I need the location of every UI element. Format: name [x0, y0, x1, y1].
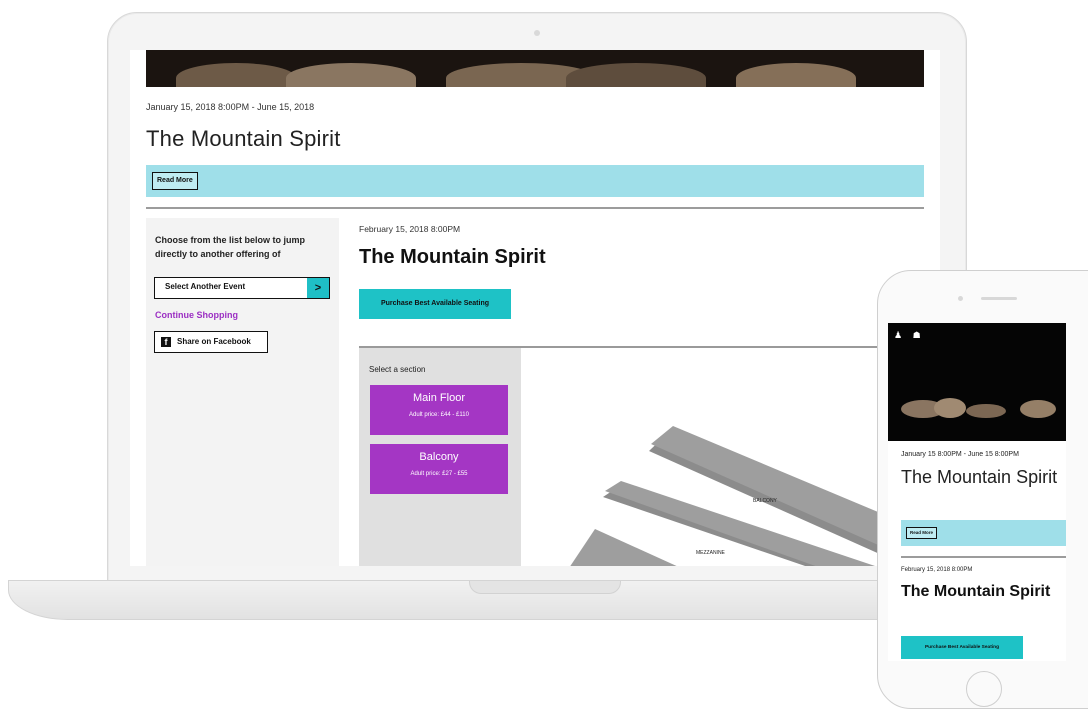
select-event-dropdown[interactable]: Select Another Event > [154, 277, 330, 299]
map-main-floor-section[interactable] [569, 529, 681, 566]
share-facebook-label: Share on Facebook [177, 337, 251, 346]
laptop-notch [469, 581, 621, 594]
section-list: Select a section Main Floor Adult price:… [359, 348, 521, 566]
phone-performance-date: February 15, 2018 8:00PM [901, 567, 973, 573]
performance-title: The Mountain Spirit [359, 246, 546, 268]
section-price: Adult price: £27 - £55 [410, 471, 468, 477]
share-facebook-button[interactable]: f Share on Facebook [154, 331, 268, 353]
phone-home-button[interactable] [966, 671, 1002, 707]
phone-divider [901, 556, 1066, 558]
section-balcony-button[interactable]: Balcony Adult price: £27 - £55 [370, 444, 508, 494]
map-mezzanine-label: MEZZANINE [696, 550, 726, 556]
phone-camera [958, 296, 963, 301]
read-more-button[interactable]: Read More [152, 172, 198, 190]
continue-shopping-link[interactable]: Continue Shopping [155, 310, 238, 320]
phone-event-title: The Mountain Spirit [901, 467, 1058, 487]
phone-event-date-range: January 15 8:00PM - June 15 8:00PM [901, 451, 1019, 458]
select-event-label: Select Another Event [165, 282, 246, 291]
seating-selector: Select a section Main Floor Adult price:… [359, 346, 940, 566]
phone-read-more-button[interactable]: Read More [906, 527, 938, 539]
event-title: The Mountain Spirit [146, 126, 341, 151]
phone-screen: ♟ ☗ January 15 8:00PM - June 15 8:00PM T… [888, 323, 1066, 661]
laptop-base [8, 580, 1010, 620]
section-main-floor-button[interactable]: Main Floor Adult price: £44 - £110 [370, 385, 508, 435]
facebook-icon: f [161, 337, 171, 347]
section-name: Main Floor [413, 392, 465, 404]
map-balcony-label: BALCONY [753, 498, 778, 504]
section-price: Adult price: £44 - £110 [409, 412, 469, 418]
read-more-bar: Read More [146, 165, 924, 197]
select-section-label: Select a section [369, 365, 426, 374]
laptop-screen: January 15, 2018 8:00PM - June 15, 2018 … [130, 50, 940, 566]
phone-read-more-bar: Read More [901, 520, 1066, 546]
sidebar: Choose from the list below to jump direc… [146, 218, 339, 566]
divider [146, 207, 924, 209]
purchase-best-seating-button[interactable]: Purchase Best Available Seating [359, 289, 511, 319]
laptop-camera [534, 30, 540, 36]
phone-performance-title: The Mountain Spirit [901, 583, 1051, 600]
performance-date: February 15, 2018 8:00PM [359, 224, 461, 234]
hero-image [146, 50, 924, 87]
section-name: Balcony [419, 451, 459, 463]
phone-purchase-button[interactable]: Purchase Best Available Seating [901, 636, 1023, 659]
dancers-image [901, 398, 1056, 418]
chevron-right-icon[interactable]: > [307, 278, 329, 298]
event-date-range: January 15, 2018 8:00PM - June 15, 2018 [146, 102, 315, 112]
phone-speaker [981, 297, 1017, 300]
sidebar-intro: Choose from the list below to jump direc… [155, 235, 306, 259]
phone-frame: ♟ ☗ January 15 8:00PM - June 15 8:00PM T… [877, 270, 1088, 709]
phone-hero-image: ♟ ☗ [888, 323, 1066, 441]
